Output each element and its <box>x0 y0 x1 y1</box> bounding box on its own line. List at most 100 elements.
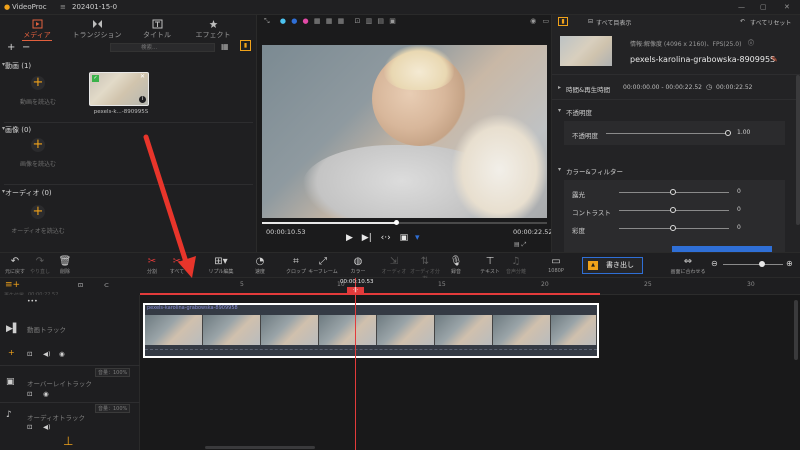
lock-icon[interactable]: ⊡ <box>27 350 32 358</box>
zoom-slider[interactable] <box>723 264 783 265</box>
video-clip[interactable]: pexels-karolina-grabowska-8909958 <box>143 303 599 358</box>
color-section-title[interactable]: カラー&フィルター <box>566 166 623 176</box>
crop-icon[interactable]: ▦ <box>338 17 345 25</box>
media-clip-thumbnail[interactable]: ✓ ✕ i <box>89 72 149 106</box>
audio-detach-button[interactable]: ⇲ オーディオ <box>379 256 409 275</box>
lock-icon[interactable]: ⊡ <box>27 423 32 431</box>
next-frame-icon[interactable]: ▶| <box>362 233 372 243</box>
close-icon[interactable]: ✕ <box>784 3 790 11</box>
zoom-slider-knob[interactable] <box>759 261 765 267</box>
preview-progress-track[interactable] <box>262 222 547 224</box>
split-all-button[interactable]: ✂ すべて <box>162 256 192 275</box>
contrast-slider-knob[interactable] <box>670 207 676 213</box>
fit-screen-button[interactable]: ⇔ 画面に合わせる <box>669 256 707 275</box>
edit-name-icon[interactable]: ✎ <box>771 55 778 64</box>
mute-icon[interactable]: ◀) <box>43 423 51 431</box>
panel-toggle-icon[interactable]: ▮ <box>558 17 568 26</box>
show-all-icon[interactable]: ⊟ <box>588 18 593 25</box>
record-icon[interactable]: ▾ <box>415 233 420 243</box>
show-all-button[interactable]: すべて目表示 <box>596 18 631 27</box>
voice-separate-button[interactable]: ♫ 音声分離 <box>501 256 531 275</box>
close-icon[interactable]: ✕ <box>140 73 145 80</box>
add-image-button[interactable]: + <box>31 138 45 152</box>
zoom-in-icon[interactable]: ⊕ <box>786 259 793 268</box>
eye-icon[interactable]: ◉ <box>59 350 65 358</box>
grid-view-icon[interactable]: ▦ <box>221 42 229 51</box>
fullscreen-icon[interactable]: ▤ ⤢ <box>514 241 526 249</box>
exposure-value[interactable]: 0 <box>734 187 756 197</box>
panel-toggle-icon[interactable]: ▮ <box>240 40 251 51</box>
color-dot-darkblue-icon[interactable]: ● <box>291 17 297 25</box>
playhead-handle[interactable]: ·‖· <box>347 287 364 294</box>
info-icon[interactable]: ⓘ <box>748 38 754 47</box>
record-button[interactable]: 🎙 録音 <box>441 256 471 275</box>
search-input[interactable]: 検索... <box>110 43 215 52</box>
more-icon[interactable]: ••• <box>27 298 38 305</box>
contrast-value[interactable]: 0 <box>734 205 756 215</box>
add-video-button[interactable]: + <box>31 76 45 90</box>
menu-icon[interactable]: ≡ <box>60 3 66 11</box>
chevron-right-icon[interactable]: ▸ <box>558 84 561 91</box>
eye-icon[interactable]: ◉ <box>43 390 49 398</box>
timeline-scrollbar[interactable] <box>794 300 798 360</box>
chevron-down-icon[interactable]: ▾ <box>558 107 561 114</box>
color-dot-pink-icon[interactable]: ● <box>303 17 309 25</box>
crop-button[interactable]: ⌗ クロップ <box>281 256 311 275</box>
play-icon[interactable]: ▶ <box>346 233 353 243</box>
add-media-button[interactable]: + <box>7 42 15 53</box>
video-preview[interactable] <box>262 45 547 218</box>
color-button[interactable]: ◍ カラー <box>343 256 373 275</box>
settings-icon[interactable]: ▭ <box>542 17 549 25</box>
time-section-title[interactable]: 時間&再生時間 <box>566 84 610 94</box>
reset-all-button[interactable]: すべてリセット <box>750 18 791 27</box>
speed-button[interactable]: ◔ 速度 <box>245 256 275 275</box>
image-section-title[interactable]: 画像 (0) <box>5 125 31 135</box>
video-section-title[interactable]: 動画 (1) <box>5 61 31 71</box>
lock-all-icon[interactable]: ⊡ <box>78 282 83 289</box>
preview-progress-knob[interactable] <box>393 220 399 225</box>
color-dot-blue-icon[interactable]: ● <box>280 17 286 25</box>
add-track-icon[interactable]: ⊥ <box>63 434 73 448</box>
tab-effect[interactable]: エフェクト <box>184 17 242 41</box>
opacity-value[interactable]: 1.00 <box>734 128 756 138</box>
resolution-button[interactable]: ▭ 1080P <box>541 256 571 274</box>
reset-icon[interactable]: ↶ <box>740 18 745 25</box>
audio-section-title[interactable]: オーディオ (0) <box>5 188 52 198</box>
maximize-icon[interactable]: ▢ <box>760 3 767 11</box>
overlay-volume[interactable]: 音量：100% <box>95 368 131 377</box>
ripple-edit-button[interactable]: ⊞▾ リプル編集 <box>204 256 238 275</box>
properties-scrollbar[interactable] <box>796 75 800 225</box>
opacity-slider-knob[interactable] <box>725 130 731 136</box>
chevron-down-icon[interactable]: ▾ <box>2 61 5 68</box>
exposure-slider-knob[interactable] <box>670 189 676 195</box>
zoom-out-icon[interactable]: ⊖ <box>711 259 718 268</box>
opacity-section-title[interactable]: 不透明度 <box>566 107 592 117</box>
snapshot-icon[interactable]: ◉ <box>530 17 536 25</box>
playhead[interactable]: ·‖· <box>347 278 364 450</box>
lock-icon[interactable]: ⊡ <box>354 17 360 25</box>
tab-title[interactable]: タイトル <box>128 17 186 41</box>
timeline-ruler[interactable]: 5 10 15 20 25 30 <box>140 278 800 295</box>
mute-icon[interactable]: ◀) <box>43 350 51 358</box>
aspect-icon[interactable]: ▦ <box>326 17 333 25</box>
add-track-icon[interactable]: ≡+ <box>5 280 20 290</box>
delete-button[interactable]: 🗑 削除 <box>50 256 80 275</box>
link-icon[interactable]: ⊂ <box>104 282 109 289</box>
zoom-icon[interactable]: ⤡ <box>264 17 270 25</box>
overlay-icon[interactable]: ▥ <box>366 17 373 25</box>
split-frame-icon[interactable]: ‹·› <box>381 233 391 243</box>
saturation-value[interactable]: 0 <box>734 223 756 233</box>
remove-media-button[interactable]: − <box>22 42 30 53</box>
opacity-slider[interactable] <box>606 133 729 134</box>
lock-icon[interactable]: ⊡ <box>27 390 32 398</box>
info-icon[interactable]: i <box>139 96 146 103</box>
tab-media[interactable]: メディア <box>8 17 66 41</box>
timeline-h-scrollbar[interactable] <box>205 446 315 449</box>
export-button[interactable]: ▲ 書き出し <box>582 257 643 274</box>
fit-icon[interactable]: ▣ <box>389 17 396 25</box>
audio-volume[interactable]: 音量：100% <box>95 404 131 413</box>
add-track-button[interactable]: + <box>8 348 15 357</box>
minimize-icon[interactable]: — <box>738 3 745 11</box>
snapshot-frame-icon[interactable]: ▣ <box>400 233 409 243</box>
chevron-down-icon[interactable]: ▾ <box>558 166 561 173</box>
